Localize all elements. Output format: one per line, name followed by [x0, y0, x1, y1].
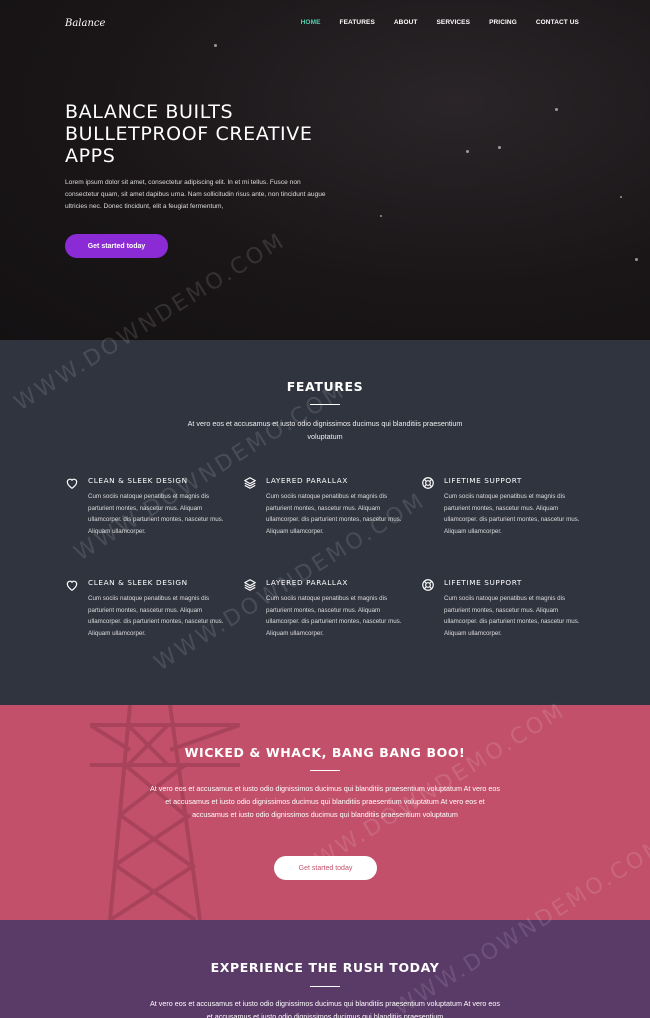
title-divider	[310, 986, 340, 987]
feature-title: CLEAN & SLEEK DESIGN	[88, 578, 188, 587]
sparkle	[214, 44, 217, 47]
experience-text: At vero eos et accusamus et iusto odio d…	[150, 999, 500, 1018]
get-started-button[interactable]: Get started today	[274, 856, 377, 880]
feature-text: Cum sociis natoque penatibus et magnis d…	[266, 595, 402, 637]
main-nav: HOME FEATURES ABOUT SERVICES PRICING CON…	[282, 19, 579, 26]
feature-title: CLEAN & SLEEK DESIGN	[88, 476, 188, 485]
hero-section: Balance HOME FEATURES ABOUT SERVICES PRI…	[0, 0, 650, 340]
title-divider	[310, 404, 340, 405]
sparkle	[555, 108, 558, 111]
wicked-section: WICKED & WHACK, BANG BANG BOO! At vero e…	[0, 705, 650, 920]
experience-section: EXPERIENCE THE RUSH TODAY At vero eos et…	[0, 920, 650, 1018]
wicked-text: At vero eos et accusamus et iusto odio d…	[150, 784, 500, 819]
feature-text: Cum sociis natoque penatibus et magnis d…	[88, 493, 224, 535]
feature-text: Cum sociis natoque penatibus et magnis d…	[444, 493, 580, 535]
nav-item-features[interactable]: FEATURES	[340, 19, 375, 26]
sparkle	[498, 146, 501, 149]
sparkle	[620, 196, 622, 198]
layers-icon	[243, 476, 257, 490]
sparkle	[466, 150, 469, 153]
features-subtitle: At vero eos et accusamus et iusto odio d…	[187, 419, 463, 441]
features-title: FEATURES	[286, 379, 364, 394]
sparkle	[380, 215, 382, 217]
nav-item-services[interactable]: SERVICES	[437, 19, 471, 26]
feature-text: Cum sociis natoque penatibus et magnis d…	[266, 493, 402, 535]
feature-text: Cum sociis natoque penatibus et magnis d…	[88, 595, 224, 637]
nav-item-pricing[interactable]: PRICING	[489, 19, 517, 26]
title-divider	[310, 770, 340, 771]
nav-item-contact[interactable]: CONTACT US	[536, 19, 579, 26]
wicked-title: WICKED & WHACK, BANG BANG BOO!	[184, 745, 466, 760]
hero-text: Lorem ipsum dolor sit amet, consectetur …	[65, 179, 326, 210]
heart-icon	[65, 476, 79, 490]
lifebuoy-icon	[421, 578, 435, 592]
nav-item-home[interactable]: HOME	[301, 19, 321, 26]
heart-icon	[65, 578, 79, 592]
hero-title: BALANCE BUILTS BULLETPROOF CREATIVE APPS	[65, 101, 313, 167]
feature-text: Cum sociis natoque penatibus et magnis d…	[444, 595, 580, 637]
feature-title: LIFETIME SUPPORT	[444, 476, 522, 485]
feature-title: LAYERED PARALLAX	[266, 578, 348, 587]
get-started-button[interactable]: Get started today	[65, 234, 168, 258]
experience-title: EXPERIENCE THE RUSH TODAY	[210, 960, 440, 975]
lifebuoy-icon	[421, 476, 435, 490]
sparkle	[635, 258, 638, 261]
brand-logo[interactable]: Balance	[65, 18, 105, 29]
layers-icon	[243, 578, 257, 592]
nav-item-about[interactable]: ABOUT	[394, 19, 418, 26]
feature-title: LAYERED PARALLAX	[266, 476, 348, 485]
features-section: FEATURES At vero eos et accusamus et ius…	[0, 340, 650, 705]
feature-title: LIFETIME SUPPORT	[444, 578, 522, 587]
